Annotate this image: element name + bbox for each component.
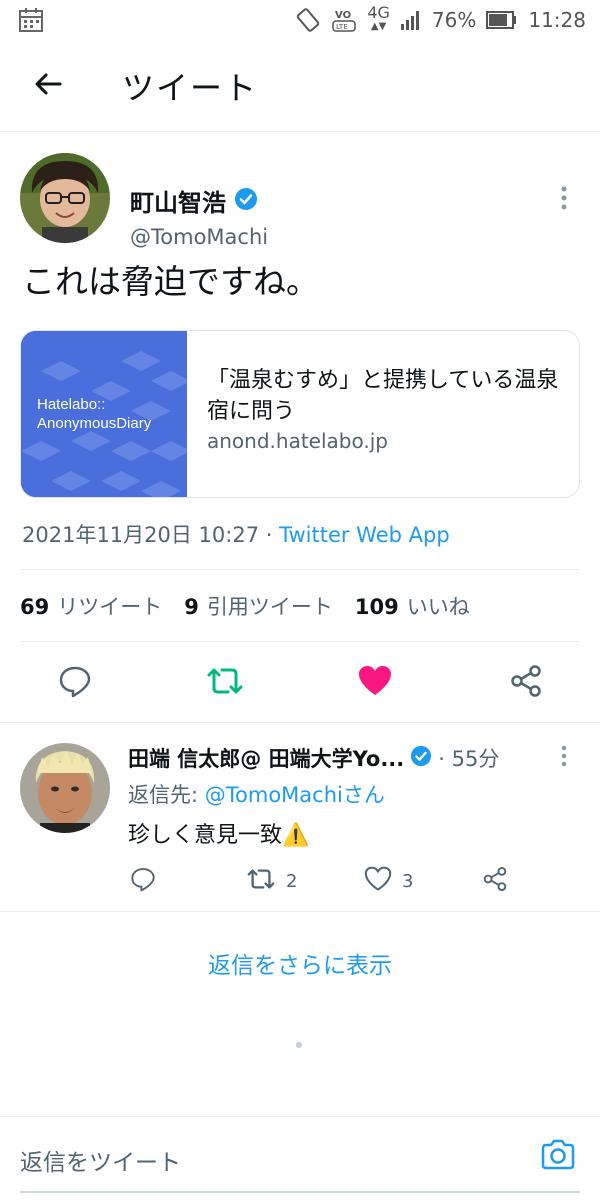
volte-icon: VO LTE bbox=[331, 7, 357, 33]
reply-time: · 55分 bbox=[438, 747, 500, 771]
reply-retweet-button[interactable]: 2 bbox=[246, 865, 297, 897]
card-body: 「温泉むすめ」と提携している温泉宿に問う anond.hatelabo.jp bbox=[187, 331, 567, 497]
more-options-button[interactable] bbox=[554, 185, 574, 215]
reply-text: 珍しく意見一致⚠️ bbox=[128, 823, 310, 848]
quotes-stat[interactable]: 9 引用ツイート bbox=[184, 591, 333, 621]
divider bbox=[20, 569, 580, 570]
reply-header: 田端 信太郎@ 田端大学Yo... · 55分 bbox=[128, 743, 499, 773]
reply-icon bbox=[58, 664, 92, 702]
tweet-actions bbox=[0, 663, 600, 703]
share-icon bbox=[509, 664, 543, 702]
tweet-timestamp-line: 2021年11月20日 10:27 · Twitter Web App bbox=[22, 519, 450, 549]
like-button[interactable] bbox=[355, 663, 395, 703]
heart-filled-icon bbox=[358, 665, 392, 701]
page-title: ツイート bbox=[122, 68, 259, 107]
retweets-stat[interactable]: 69 リツイート bbox=[20, 591, 162, 621]
reply-share-button[interactable] bbox=[482, 865, 508, 897]
back-button[interactable] bbox=[0, 40, 96, 132]
author-handle[interactable]: @TomoMachi bbox=[130, 225, 268, 249]
reply-compose-input[interactable]: 返信をツイート bbox=[20, 1143, 181, 1177]
retweet-icon bbox=[206, 664, 244, 702]
more-vertical-icon bbox=[561, 745, 567, 771]
share-icon bbox=[482, 866, 508, 897]
card-domain: anond.hatelabo.jp bbox=[207, 429, 388, 453]
reply-icon bbox=[130, 866, 156, 897]
tweet-source-link[interactable]: Twitter Web App bbox=[279, 523, 450, 547]
status-bar: VO LTE 4G ▲▼ 76% 11:28 bbox=[0, 0, 600, 40]
divider bbox=[0, 911, 600, 912]
heart-outline-icon bbox=[364, 866, 392, 897]
likes-label: いいね bbox=[406, 595, 470, 619]
quotes-count: 9 bbox=[184, 595, 199, 619]
card-thumb-line2: AnonymousDiary bbox=[37, 415, 152, 432]
arrow-left-icon bbox=[32, 68, 64, 104]
tweet-author: 町山智浩 @TomoMachi bbox=[20, 153, 580, 249]
timestamp-separator: · bbox=[259, 523, 280, 547]
reply-tweet[interactable]: 田端 信太郎@ 田端大学Yo... · 55分 返信先: @TomoMachiさ… bbox=[0, 723, 600, 911]
divider bbox=[20, 641, 580, 642]
reply-to-line: 返信先: @TomoMachiさん bbox=[128, 779, 385, 809]
reply-to-mention[interactable]: @TomoMachiさん bbox=[205, 783, 385, 807]
likes-stat[interactable]: 109 いいね bbox=[355, 591, 470, 621]
reply-reply-button[interactable] bbox=[130, 865, 156, 897]
svg-text:VO: VO bbox=[335, 10, 351, 21]
verified-badge-icon bbox=[234, 187, 258, 215]
show-more-replies-link[interactable]: 返信をさらに表示 bbox=[0, 946, 600, 980]
reply-button[interactable] bbox=[55, 663, 95, 703]
loading-dot bbox=[296, 1042, 302, 1048]
camera-icon bbox=[540, 1139, 576, 1175]
reply-compose-bar: 返信をツイート bbox=[0, 1116, 600, 1200]
4g-icon: 4G ▲▼ bbox=[367, 3, 390, 33]
reply-author-name[interactable]: 田端 信太郎@ 田端大学Yo... bbox=[128, 743, 404, 773]
retweets-label: リツイート bbox=[57, 595, 163, 619]
reply-author-avatar[interactable] bbox=[20, 743, 110, 833]
camera-button[interactable] bbox=[538, 1137, 578, 1177]
reply-like-count: 3 bbox=[402, 870, 414, 892]
clock: 11:28 bbox=[528, 8, 586, 32]
tweet-stats: 69 リツイート 9 引用ツイート 109 いいね bbox=[20, 591, 470, 621]
reply-to-prefix: 返信先: bbox=[128, 783, 205, 807]
likes-count: 109 bbox=[354, 595, 399, 619]
card-thumbnail: Hatelabo:: AnonymousDiary bbox=[21, 331, 187, 497]
reply-actions: 2 3 bbox=[0, 865, 600, 897]
retweets-count: 69 bbox=[20, 595, 50, 619]
quotes-label: 引用ツイート bbox=[206, 595, 333, 619]
battery-icon bbox=[486, 10, 518, 30]
rotate-icon bbox=[295, 7, 321, 33]
app-header: ツイート bbox=[0, 40, 600, 132]
card-thumb-line1: Hatelabo:: bbox=[37, 396, 106, 413]
link-card[interactable]: Hatelabo:: AnonymousDiary 「温泉むすめ」と提携している… bbox=[20, 330, 580, 498]
tweet-timestamp: 2021年11月20日 10:27 bbox=[22, 523, 260, 547]
card-thumb-logo: Hatelabo:: AnonymousDiary bbox=[37, 395, 151, 433]
share-button[interactable] bbox=[506, 663, 546, 703]
retweet-icon bbox=[246, 866, 276, 897]
reply-more-options-button[interactable] bbox=[554, 745, 574, 771]
reply-like-button[interactable]: 3 bbox=[364, 865, 413, 897]
battery-percent: 76% bbox=[431, 8, 477, 32]
author-name-line: 町山智浩 bbox=[130, 183, 258, 218]
author-avatar[interactable] bbox=[20, 153, 110, 243]
verified-badge-icon bbox=[410, 745, 432, 772]
signal-icon bbox=[400, 9, 422, 31]
network-type: 4G bbox=[367, 3, 390, 22]
author-name[interactable]: 町山智浩 bbox=[130, 183, 226, 218]
more-vertical-icon bbox=[561, 186, 567, 214]
svg-text:LTE: LTE bbox=[336, 23, 348, 31]
tweet-text: これは脅迫ですね。 bbox=[22, 262, 319, 301]
retweet-button[interactable] bbox=[205, 663, 245, 703]
card-title: 「温泉むすめ」と提携している温泉宿に問う bbox=[207, 368, 559, 424]
calendar-icon bbox=[18, 7, 44, 33]
compose-underline bbox=[20, 1191, 580, 1193]
reply-retweet-count: 2 bbox=[286, 870, 298, 892]
